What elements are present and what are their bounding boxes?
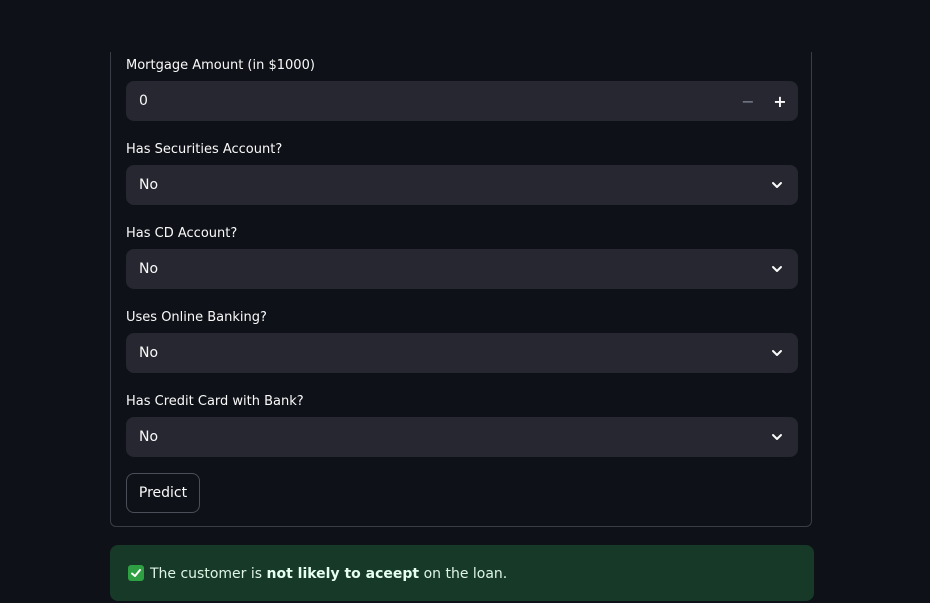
chevron-down-icon[interactable] [770,262,784,276]
increment-button[interactable]: + [764,81,796,121]
cd-account-value: No [139,261,159,277]
online-banking-select[interactable]: No [126,333,798,373]
cd-account-select[interactable]: No [126,249,798,289]
chevron-down-icon[interactable] [770,178,784,192]
result-message: The customer is not likely to aceept on … [128,565,507,582]
mortgage-input[interactable]: 0 − + [126,81,798,121]
chevron-down-icon[interactable] [770,346,784,360]
online-banking-value: No [139,345,159,361]
securities-label: Has Securities Account? [126,142,283,157]
result-alert: The customer is not likely to aceept on … [110,545,814,601]
cd-account-label: Has CD Account? [126,226,238,241]
mortgage-label: Mortgage Amount (in $1000) [126,58,315,73]
credit-card-value: No [139,429,159,445]
credit-card-label: Has Credit Card with Bank? [126,394,304,409]
result-suffix: on the loan. [419,566,508,582]
result-emphasis: not likely to aceept [266,566,420,582]
securities-value: No [139,177,159,193]
app-page: Mortgage Amount (in $1000) 0 − + Has Sec… [0,0,930,603]
credit-card-select[interactable]: No [126,417,798,457]
chevron-down-icon[interactable] [770,430,784,444]
predict-button[interactable]: Predict [126,473,200,513]
result-prefix: The customer is [150,566,267,582]
securities-select[interactable]: No [126,165,798,205]
online-banking-label: Uses Online Banking? [126,310,267,325]
decrement-button[interactable]: − [732,81,764,121]
mortgage-value[interactable]: 0 [139,93,148,109]
check-icon [128,565,144,581]
